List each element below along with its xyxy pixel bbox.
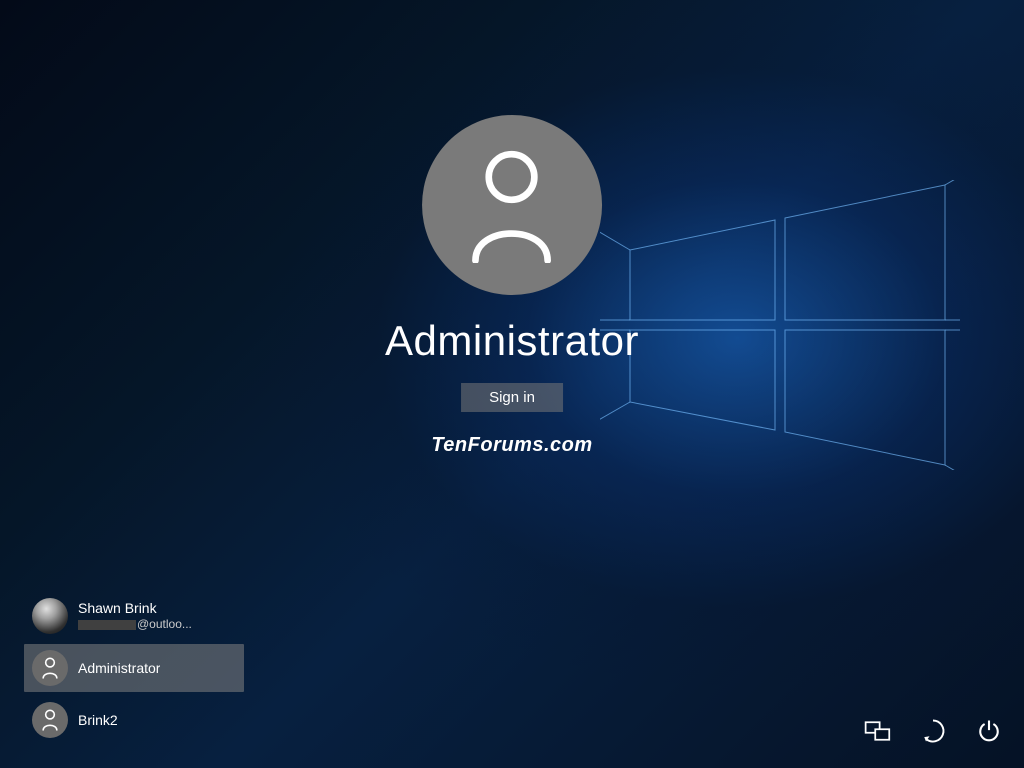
network-icon [863,717,891,745]
selected-user-avatar [422,115,602,295]
ease-of-access-button[interactable] [916,714,950,748]
ease-of-access-icon [919,717,947,745]
windows-logo [600,180,960,470]
user-name-label: Administrator [78,660,160,677]
power-icon [975,717,1003,745]
user-email-label: @outloo... [78,617,192,631]
user-avatar-default [32,702,68,738]
user-name-label: Shawn Brink [78,600,192,617]
main-login-panel: Administrator Sign in TenForums.com [385,115,639,457]
user-switcher-list: Shawn Brink @outloo... Administrator Bri… [24,592,244,744]
sign-in-button[interactable]: Sign in [461,383,563,412]
login-action-bar [860,714,1006,748]
user-name-label: Brink2 [78,712,118,729]
power-button[interactable] [972,714,1006,748]
user-avatar-photo [32,598,68,634]
person-icon [465,148,560,263]
person-icon [41,709,59,731]
selected-user-name: Administrator [385,317,639,365]
person-icon [41,657,59,679]
network-button[interactable] [860,714,894,748]
user-avatar-default [32,650,68,686]
watermark-text: TenForums.com [431,434,592,457]
user-item-brink2[interactable]: Brink2 [24,696,244,744]
user-item-administrator[interactable]: Administrator [24,644,244,692]
user-item-shawn-brink[interactable]: Shawn Brink @outloo... [24,592,244,640]
